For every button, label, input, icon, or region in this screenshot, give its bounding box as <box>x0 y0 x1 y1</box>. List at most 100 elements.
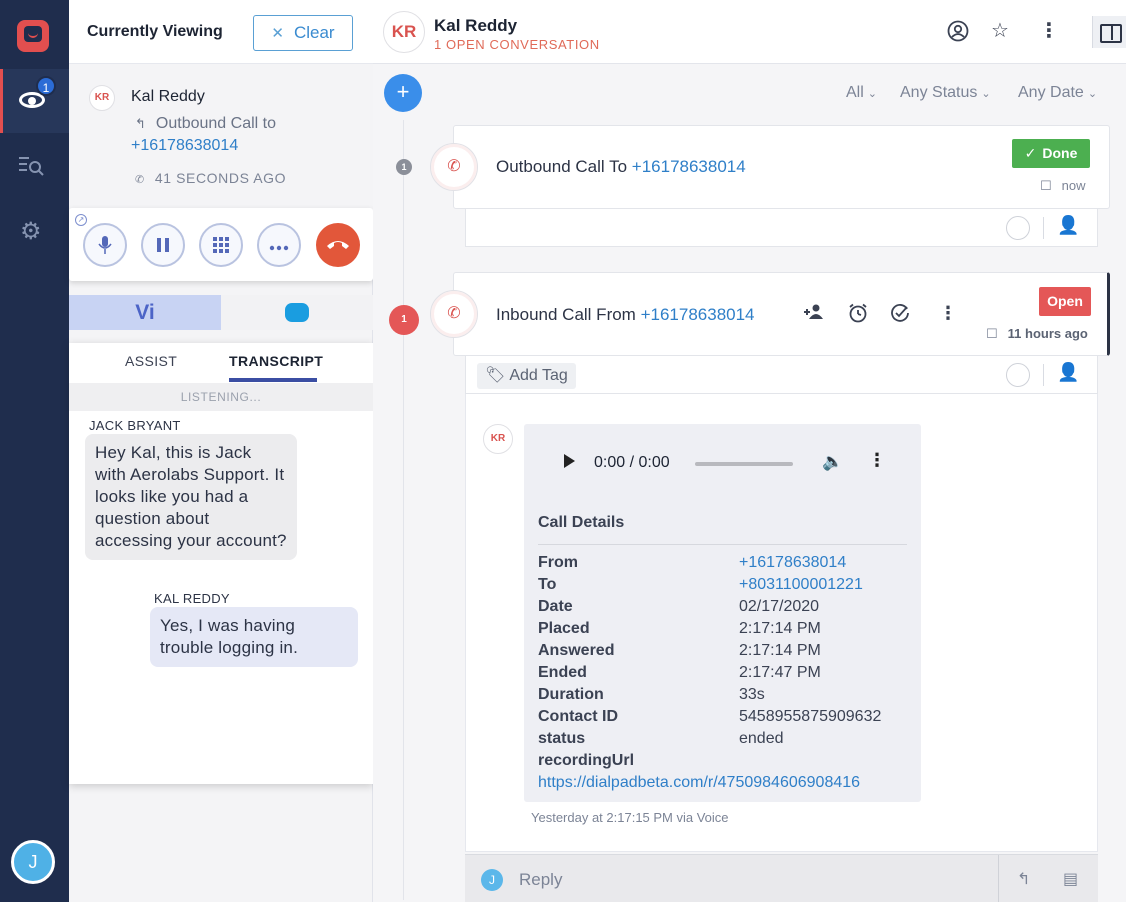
select-circle[interactable] <box>1006 216 1030 240</box>
details-title: Call Details <box>538 514 625 531</box>
phone-link[interactable]: +8031100001221 <box>739 576 863 594</box>
mute-button[interactable] <box>83 223 127 267</box>
clear-button[interactable]: ✕ Clear <box>253 15 353 51</box>
detail-row: Date 02/17/2020 <box>538 598 820 615</box>
add-button[interactable]: + <box>384 74 422 112</box>
phone-icon: ✆ <box>135 174 145 186</box>
tab-transcript[interactable]: TRANSCRIPT <box>229 353 323 369</box>
panel-header: Currently Viewing ✕ Clear <box>69 0 373 64</box>
detail-row: From +16178638014 <box>538 554 847 572</box>
viewing-count-badge: 1 <box>36 76 56 96</box>
detail-row: Duration 33s <box>538 686 765 703</box>
audio-scrubber[interactable] <box>695 462 793 466</box>
popout-icon[interactable]: ↗ <box>75 214 87 226</box>
timeline-line <box>403 120 404 900</box>
star-icon[interactable]: ☆ <box>991 20 1009 42</box>
open-conversation-count[interactable]: 1 OPEN CONVERSATION <box>434 37 600 52</box>
assign-agent-icon[interactable]: 👤 <box>1057 215 1079 236</box>
detail-row: recordingUrl <box>538 752 635 769</box>
user-circle-icon[interactable] <box>947 20 969 47</box>
filter-status[interactable]: Any Status ⌄ <box>900 84 991 102</box>
phone-call-icon: ✆ <box>430 290 478 338</box>
tag-icon: 🏷 <box>485 367 506 384</box>
more-vertical-icon[interactable]: ⋮ <box>868 450 886 471</box>
chevron-down-icon: ⌄ <box>1087 88 1098 100</box>
call-duration: ✆ 41 SECONDS AGO <box>135 170 287 186</box>
reply-input[interactable]: Reply <box>519 870 562 890</box>
snooze-clock-icon[interactable] <box>848 303 868 328</box>
conversation-time: ☐ 11 hours ago <box>986 326 1088 341</box>
detail-row: Placed 2:17:14 PM <box>538 620 821 637</box>
conversation-main: KR Kal Reddy 1 OPEN CONVERSATION ☆ ⋮ + A… <box>373 0 1126 902</box>
audio-player: 0:00 / 0:00 🔈 ⋮ <box>524 424 921 504</box>
more-vertical-icon[interactable]: ⋮ <box>939 303 957 324</box>
step-badge: 1 <box>389 305 419 335</box>
panel-title: Currently Viewing <box>87 23 223 40</box>
gear-icon[interactable]: ⚙ <box>20 220 42 244</box>
chevron-down-icon: ⌄ <box>981 88 991 100</box>
play-icon[interactable] <box>564 454 575 468</box>
tab-vi[interactable]: Vi <box>69 295 221 330</box>
listening-status: LISTENING... <box>69 383 373 411</box>
status-badge[interactable]: ✓ Done <box>1012 139 1090 168</box>
detail-row: Ended 2:17:47 PM <box>538 664 821 681</box>
note-icon[interactable]: ▤ <box>1063 869 1078 889</box>
avatar: J <box>481 869 503 891</box>
select-circle[interactable] <box>1006 363 1030 387</box>
conversation-toolbar: 👤 <box>465 209 1098 247</box>
conversation-title: Outbound Call To +16178638014 <box>496 157 746 176</box>
detail-row: status ended <box>538 730 784 747</box>
close-icon: ✕ <box>271 25 284 42</box>
reply-arrow-icon: ↰ <box>135 116 146 131</box>
divider <box>998 855 999 902</box>
assign-agent-icon[interactable]: 👤 <box>1057 362 1079 383</box>
calendar-icon: ☐ <box>1040 178 1052 193</box>
integration-tabs: Vi <box>69 295 373 330</box>
hold-button[interactable] <box>141 223 185 267</box>
detail-row: Answered 2:17:14 PM <box>538 642 821 659</box>
reply-arrow-icon[interactable]: ↰ <box>1017 869 1030 889</box>
calendar-icon: ☐ <box>986 326 998 341</box>
more-vertical-icon[interactable]: ⋮ <box>1039 20 1059 42</box>
add-tag-button[interactable]: 🏷 Add Tag <box>477 363 576 389</box>
add-participant-icon[interactable] <box>803 303 827 326</box>
message-timestamp: Yesterday at 2:17:15 PM via Voice <box>531 810 729 825</box>
hang-up-button[interactable] <box>316 223 360 267</box>
resolve-check-icon[interactable] <box>890 303 910 328</box>
phone-link[interactable]: +16178638014 <box>131 137 238 155</box>
active-tab-indicator <box>229 378 317 382</box>
transcript-bubble: Hey Kal, this is Jack with Aerolabs Supp… <box>85 434 297 560</box>
check-icon: ✓ <box>1024 145 1037 161</box>
tab-assist[interactable]: ASSIST <box>125 353 177 369</box>
recording-link[interactable]: https://dialpadbeta.com/r/47509846069084… <box>538 774 860 792</box>
clear-label: Clear <box>293 23 335 42</box>
filter-all[interactable]: All ⌄ <box>846 84 877 102</box>
contact-name: Kal Reddy <box>434 16 518 35</box>
call-controls: ↗ <box>69 208 373 281</box>
nav-rail: 1 ⚙ J <box>0 0 69 902</box>
reply-bar: J Reply ↰ ▤ <box>465 854 1098 902</box>
conversation-card[interactable]: ✆ Outbound Call To +16178638014 ✓ Done ☐ n… <box>430 125 1110 209</box>
detail-row: Contact ID 5458955875909632 <box>538 708 882 725</box>
sidebar-toggle-icon[interactable] <box>1092 16 1126 48</box>
user-avatar[interactable]: J <box>11 840 55 884</box>
conversation-card-active[interactable]: ✆ Inbound Call From +16178638014 Open ☐ 1… <box>430 272 1110 356</box>
viewing-card[interactable]: KR Kal Reddy ↰ Outbound Call to +16178638… <box>69 64 373 212</box>
status-badge[interactable]: Open <box>1039 287 1091 316</box>
more-options-button[interactable] <box>257 223 301 267</box>
call-message: 0:00 / 0:00 🔈 ⋮ Call Details From +161786… <box>524 424 921 802</box>
avatar: KR <box>383 11 425 53</box>
keypad-button[interactable] <box>199 223 243 267</box>
search-list-icon[interactable] <box>18 155 46 177</box>
avatar: KR <box>483 424 513 454</box>
phone-link[interactable]: +16178638014 <box>739 554 846 572</box>
phone-call-icon: ✆ <box>430 143 478 191</box>
call-direction: ↰ Outbound Call to <box>135 115 276 132</box>
tab-salesforce[interactable] <box>221 295 373 330</box>
volume-icon[interactable]: 🔈 <box>822 452 843 472</box>
divider <box>1043 364 1044 386</box>
divider <box>1043 217 1044 239</box>
app-logo-icon[interactable] <box>17 20 49 52</box>
filter-date[interactable]: Any Date ⌄ <box>1018 84 1097 102</box>
speaker-label: JACK BRYANT <box>89 418 181 433</box>
